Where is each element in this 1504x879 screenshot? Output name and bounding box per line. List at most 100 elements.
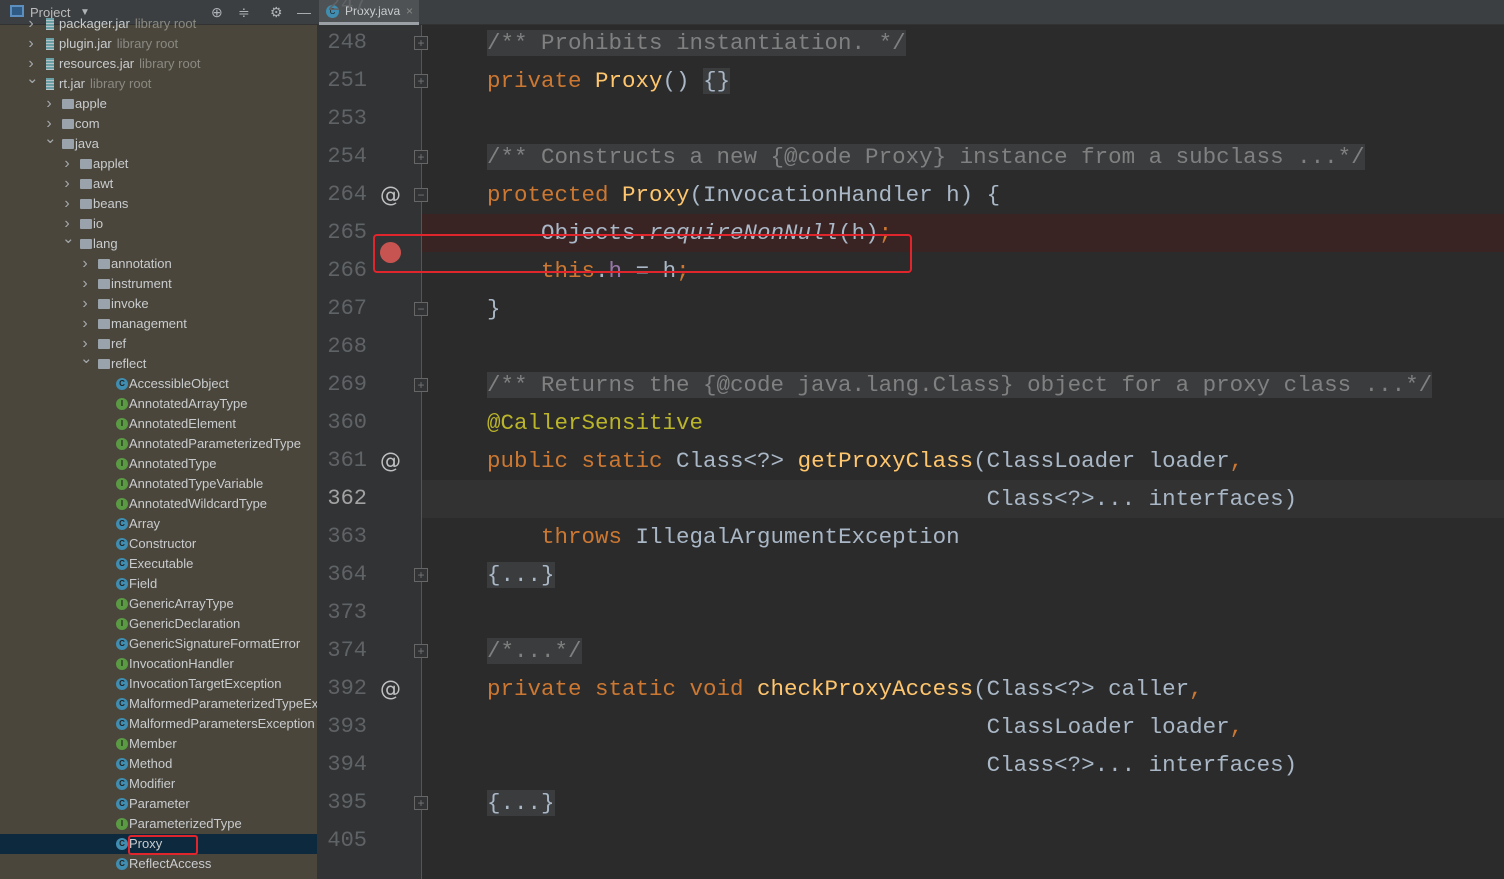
- code-line[interactable]: [422, 328, 1504, 366]
- chevron-right-icon[interactable]: ›: [62, 174, 72, 194]
- tree-item[interactable]: › apple: [0, 94, 317, 114]
- code-line[interactable]: private static void checkProxyAccess(Cla…: [422, 670, 1504, 708]
- code-line[interactable]: {...}: [422, 784, 1504, 822]
- code-line[interactable]: public static Class<?> getProxyClass(Cla…: [422, 442, 1504, 480]
- chevron-right-icon[interactable]: ›: [26, 14, 36, 34]
- tree-item[interactable]: I AnnotatedArrayType: [0, 394, 317, 414]
- expand-fold-icon[interactable]: +: [414, 796, 428, 810]
- code-line[interactable]: Class<?>... interfaces): [422, 480, 1504, 518]
- tree-item[interactable]: C Field: [0, 574, 317, 594]
- tree-item[interactable]: C AccessibleObject: [0, 374, 317, 394]
- expand-fold-icon[interactable]: +: [414, 644, 428, 658]
- tree-item[interactable]: › annotation: [0, 254, 317, 274]
- override-icon[interactable]: @: [380, 442, 401, 480]
- code-line[interactable]: @CallerSensitive: [422, 404, 1504, 442]
- tree-item[interactable]: › ref: [0, 334, 317, 354]
- tree-item[interactable]: C MalformedParametersException: [0, 714, 317, 734]
- item-name: AnnotatedTypeVariable: [129, 476, 264, 491]
- chevron-right-icon[interactable]: ›: [44, 94, 54, 114]
- tree-item[interactable]: I InvocationHandler: [0, 654, 317, 674]
- tree-item[interactable]: I AnnotatedType: [0, 454, 317, 474]
- collapse-fold-icon[interactable]: −: [414, 188, 428, 202]
- tree-item[interactable]: CMalformedParameterizedTypeException: [0, 694, 317, 714]
- item-name: Executable: [129, 556, 194, 571]
- tree-item[interactable]: I ParameterizedType: [0, 814, 317, 834]
- code-line[interactable]: private Proxy() {}: [422, 62, 1504, 100]
- chevron-right-icon[interactable]: ›: [80, 254, 90, 274]
- tree-item[interactable]: C Parameter: [0, 794, 317, 814]
- override-icon[interactable]: @: [380, 176, 401, 214]
- tree-item[interactable]: I AnnotatedElement: [0, 414, 317, 434]
- chevron-right-icon[interactable]: ›: [80, 274, 90, 294]
- tree-item[interactable]: ⌄ reflect: [0, 350, 317, 374]
- code-line[interactable]: [422, 594, 1504, 632]
- code-line[interactable]: }: [422, 290, 1504, 328]
- chevron-down-icon[interactable]: ⌄: [26, 69, 39, 89]
- code-line[interactable]: {...}: [422, 556, 1504, 594]
- tree-item[interactable]: C GenericSignatureFormatError: [0, 634, 317, 654]
- code-line[interactable]: Class<?>... interfaces): [422, 746, 1504, 784]
- tree-item[interactable]: C Constructor: [0, 534, 317, 554]
- tree-item[interactable]: C InvocationTargetException: [0, 674, 317, 694]
- tree-item[interactable]: › applet: [0, 154, 317, 174]
- project-tree[interactable]: › packager.jar library root › plugin.jar libr…: [0, 14, 317, 874]
- expand-fold-icon[interactable]: +: [414, 74, 428, 88]
- tree-item[interactable]: C Executable: [0, 554, 317, 574]
- tree-item[interactable]: C Method: [0, 754, 317, 774]
- tree-item-label: InvocationHandler: [129, 654, 234, 674]
- tree-item[interactable]: I AnnotatedWildcardType: [0, 494, 317, 514]
- tree-item[interactable]: › awt: [0, 174, 317, 194]
- chevron-down-icon[interactable]: ⌄: [44, 129, 57, 149]
- code-token: /*...*/: [487, 638, 582, 664]
- tree-item[interactable]: › plugin.jar library root: [0, 34, 317, 54]
- override-icon[interactable]: @: [380, 670, 401, 708]
- code-line[interactable]: [422, 0, 1504, 24]
- tree-item[interactable]: ⌄ java: [0, 130, 317, 154]
- jar-icon: [46, 78, 54, 90]
- tree-item[interactable]: I AnnotatedTypeVariable: [0, 474, 317, 494]
- class-icon: C: [116, 578, 128, 590]
- code-line[interactable]: /*...*/: [422, 632, 1504, 670]
- tree-item[interactable]: ⌄ lang: [0, 230, 317, 254]
- tree-item[interactable]: › instrument: [0, 274, 317, 294]
- code-line[interactable]: protected Proxy(InvocationHandler h) {: [422, 176, 1504, 214]
- code-line[interactable]: [422, 100, 1504, 138]
- tree-item[interactable]: › io: [0, 214, 317, 234]
- expand-fold-icon[interactable]: +: [414, 150, 428, 164]
- item-name: Field: [129, 576, 158, 591]
- tree-item[interactable]: › management: [0, 314, 317, 334]
- chevron-down-icon[interactable]: ⌄: [80, 349, 93, 369]
- item-name: Modifier: [129, 776, 176, 791]
- code-line[interactable]: throws IllegalArgumentException: [422, 518, 1504, 556]
- tree-item[interactable]: I Member: [0, 734, 317, 754]
- code-line[interactable]: /** Returns the {@code java.lang.Class} …: [422, 366, 1504, 404]
- tree-item[interactable]: › packager.jar library root: [0, 14, 317, 34]
- close-tab-icon[interactable]: ×: [406, 0, 413, 23]
- code-line[interactable]: ClassLoader loader,: [422, 708, 1504, 746]
- code-line[interactable]: /** Prohibits instantiation. */: [422, 24, 1504, 62]
- item-name: Member: [129, 736, 177, 751]
- chevron-right-icon[interactable]: ›: [62, 194, 72, 214]
- tree-item[interactable]: C Modifier: [0, 774, 317, 794]
- tree-item[interactable]: › invoke: [0, 294, 317, 314]
- chevron-right-icon[interactable]: ›: [80, 314, 90, 334]
- chevron-right-icon[interactable]: ›: [26, 34, 36, 54]
- tree-item[interactable]: I GenericArrayType: [0, 594, 317, 614]
- chevron-down-icon[interactable]: ⌄: [62, 229, 75, 249]
- tree-item[interactable]: › resources.jar library root: [0, 54, 317, 74]
- expand-fold-icon[interactable]: +: [414, 378, 428, 392]
- tree-item[interactable]: I AnnotatedParameterizedType: [0, 434, 317, 454]
- tree-item[interactable]: C Array: [0, 514, 317, 534]
- tree-item[interactable]: I GenericDeclaration: [0, 614, 317, 634]
- tree-item[interactable]: › beans: [0, 194, 317, 214]
- line-number: 395: [327, 790, 367, 815]
- chevron-right-icon[interactable]: ›: [62, 154, 72, 174]
- collapse-fold-icon[interactable]: −: [414, 302, 428, 316]
- code-line[interactable]: /** Constructs a new {@code Proxy} insta…: [422, 138, 1504, 176]
- expand-fold-icon[interactable]: +: [414, 568, 428, 582]
- tree-item[interactable]: ⌄ rt.jar library root: [0, 70, 317, 94]
- tree-item[interactable]: C ReflectAccess: [0, 854, 317, 874]
- code-line[interactable]: [422, 822, 1504, 860]
- expand-fold-icon[interactable]: +: [414, 36, 428, 50]
- chevron-right-icon[interactable]: ›: [80, 294, 90, 314]
